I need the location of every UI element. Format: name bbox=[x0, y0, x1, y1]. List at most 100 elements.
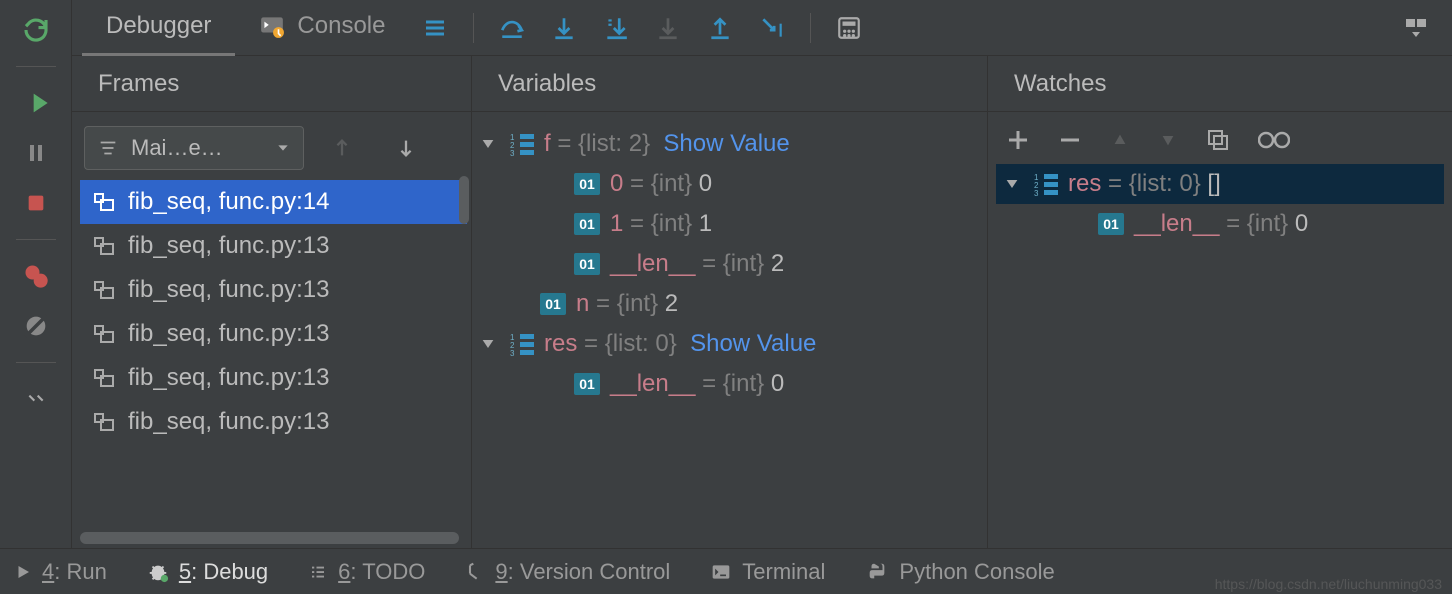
frame-row[interactable]: fib_seq, func.py:14 bbox=[80, 180, 467, 224]
threads-view-button[interactable] bbox=[409, 8, 461, 48]
remove-watch-button[interactable] bbox=[1058, 128, 1082, 152]
expand-down-icon[interactable] bbox=[480, 136, 496, 152]
watch-row[interactable]: 01 __len__ = {int} 0 bbox=[996, 204, 1444, 244]
separator bbox=[16, 362, 56, 363]
frame-icon bbox=[92, 190, 116, 214]
var-row[interactable]: 123 res = {list: 0} Show Value bbox=[480, 324, 979, 364]
frame-label: fib_seq, func.py:13 bbox=[128, 276, 329, 304]
show-value-link[interactable]: Show Value bbox=[663, 130, 789, 157]
bug-icon bbox=[147, 561, 169, 583]
tab-label: Debugger bbox=[106, 12, 211, 40]
tab-console[interactable]: Console bbox=[235, 0, 409, 56]
frame-row[interactable]: fib_seq, func.py:13 bbox=[80, 224, 467, 268]
watermark: https://blog.csdn.net/liuchunming033 bbox=[1215, 576, 1442, 592]
step-over-button[interactable] bbox=[486, 8, 538, 48]
watches-tree[interactable]: 123 res = {list: 0} [] 01 __len__ = {int… bbox=[996, 164, 1444, 244]
watch-down-button[interactable] bbox=[1158, 132, 1178, 148]
tool-vcs[interactable]: 9: Version Control bbox=[465, 559, 670, 585]
pause-button[interactable] bbox=[16, 133, 56, 173]
frame-label: fib_seq, func.py:13 bbox=[128, 408, 329, 436]
show-value-link[interactable]: Show Value bbox=[690, 330, 816, 357]
int-icon: 01 bbox=[540, 293, 566, 315]
frame-icon bbox=[92, 234, 116, 258]
panel-title: Variables bbox=[472, 56, 987, 112]
svg-text:3: 3 bbox=[1034, 189, 1039, 196]
var-row[interactable]: 01 n = {int} 2 bbox=[480, 284, 979, 324]
more-button[interactable] bbox=[16, 379, 56, 419]
var-name: f bbox=[544, 130, 551, 157]
show-watches-button[interactable] bbox=[1258, 130, 1290, 150]
separator bbox=[473, 13, 474, 43]
var-row[interactable]: 01 __len__ = {int} 0 bbox=[480, 364, 979, 404]
frame-row[interactable]: fib_seq, func.py:13 bbox=[80, 268, 467, 312]
frame-prev-button[interactable] bbox=[316, 128, 368, 168]
step-out-button[interactable] bbox=[694, 8, 746, 48]
watches-panel: Watches 123 res = {list: bbox=[988, 56, 1452, 548]
frame-label: fib_seq, func.py:13 bbox=[128, 232, 329, 260]
stop-button[interactable] bbox=[16, 183, 56, 223]
var-name: res bbox=[544, 330, 577, 357]
frame-list[interactable]: fib_seq, func.py:14 fib_seq, func.py:13 … bbox=[80, 180, 467, 444]
var-row[interactable]: 123 f = {list: 2} Show Value bbox=[480, 124, 979, 164]
tool-debug[interactable]: 5: Debug bbox=[147, 559, 268, 585]
tool-todo[interactable]: 6: TODO bbox=[308, 559, 425, 585]
scrollbar-thumb[interactable] bbox=[459, 176, 469, 224]
frame-icon bbox=[92, 410, 116, 434]
frame-row[interactable]: fib_seq, func.py:13 bbox=[80, 400, 467, 444]
watch-name: res bbox=[1068, 170, 1101, 197]
thread-name: Mai…e… bbox=[131, 135, 223, 161]
var-row[interactable]: 01 __len__ = {int} 2 bbox=[480, 244, 979, 284]
frame-next-button[interactable] bbox=[380, 128, 432, 168]
frame-label: fib_seq, func.py:14 bbox=[128, 188, 329, 216]
force-step-into-button[interactable] bbox=[642, 8, 694, 48]
layout-settings-button[interactable] bbox=[1390, 8, 1442, 48]
watch-row[interactable]: 123 res = {list: 0} [] bbox=[996, 164, 1444, 204]
add-watch-button[interactable] bbox=[1006, 128, 1030, 152]
separator bbox=[810, 13, 811, 43]
vcs-icon bbox=[465, 562, 485, 582]
expand-down-icon[interactable] bbox=[480, 336, 496, 352]
mute-breakpoints-button[interactable] bbox=[16, 306, 56, 346]
frame-icon bbox=[92, 366, 116, 390]
list-icon: 123 bbox=[510, 132, 534, 156]
step-into-button[interactable] bbox=[538, 8, 590, 48]
panel-title: Watches bbox=[988, 56, 1452, 112]
variables-tree[interactable]: 123 f = {list: 2} Show Value 01 0 = {int… bbox=[480, 120, 979, 404]
expand-down-icon[interactable] bbox=[1004, 176, 1020, 192]
watch-up-button[interactable] bbox=[1110, 132, 1130, 148]
frame-label: fib_seq, func.py:13 bbox=[128, 364, 329, 392]
tool-python-console[interactable]: Python Console bbox=[865, 559, 1054, 585]
list-icon bbox=[308, 563, 328, 581]
rerun-button[interactable] bbox=[16, 10, 56, 50]
resume-button[interactable] bbox=[16, 83, 56, 123]
tab-debugger[interactable]: Debugger bbox=[82, 0, 235, 56]
frame-row[interactable]: fib_seq, func.py:13 bbox=[80, 356, 467, 400]
var-type: {list: 2} bbox=[578, 130, 650, 157]
watches-toolbar bbox=[996, 120, 1444, 164]
run-to-cursor-button[interactable] bbox=[746, 8, 798, 48]
var-key: __len__ bbox=[610, 370, 695, 397]
var-key: 1 bbox=[610, 210, 623, 237]
view-breakpoints-button[interactable] bbox=[16, 256, 56, 296]
var-name: n bbox=[576, 290, 589, 317]
play-icon bbox=[14, 563, 32, 581]
var-row[interactable]: 01 1 = {int} 1 bbox=[480, 204, 979, 244]
step-into-my-code-button[interactable] bbox=[590, 8, 642, 48]
var-row[interactable]: 01 0 = {int} 0 bbox=[480, 164, 979, 204]
tool-run[interactable]: 4: Run bbox=[14, 559, 107, 585]
tool-terminal[interactable]: Terminal bbox=[710, 559, 825, 585]
thread-select[interactable]: Mai…e… bbox=[84, 126, 304, 170]
frame-icon bbox=[92, 322, 116, 346]
tool-window-bar: 4: Run 5: Debug 6: TODO 9: Version Contr… bbox=[0, 548, 1452, 594]
chevron-down-icon bbox=[275, 140, 291, 156]
stack-icon bbox=[97, 137, 119, 159]
evaluate-expression-button[interactable] bbox=[823, 8, 875, 48]
var-key: __len__ bbox=[1134, 210, 1219, 237]
list-icon: 123 bbox=[510, 332, 534, 356]
duplicate-watch-button[interactable] bbox=[1206, 128, 1230, 152]
frame-label: fib_seq, func.py:13 bbox=[128, 320, 329, 348]
int-icon: 01 bbox=[574, 173, 600, 195]
terminal-icon bbox=[710, 562, 732, 582]
frame-row[interactable]: fib_seq, func.py:13 bbox=[80, 312, 467, 356]
h-scrollbar[interactable] bbox=[80, 532, 459, 544]
